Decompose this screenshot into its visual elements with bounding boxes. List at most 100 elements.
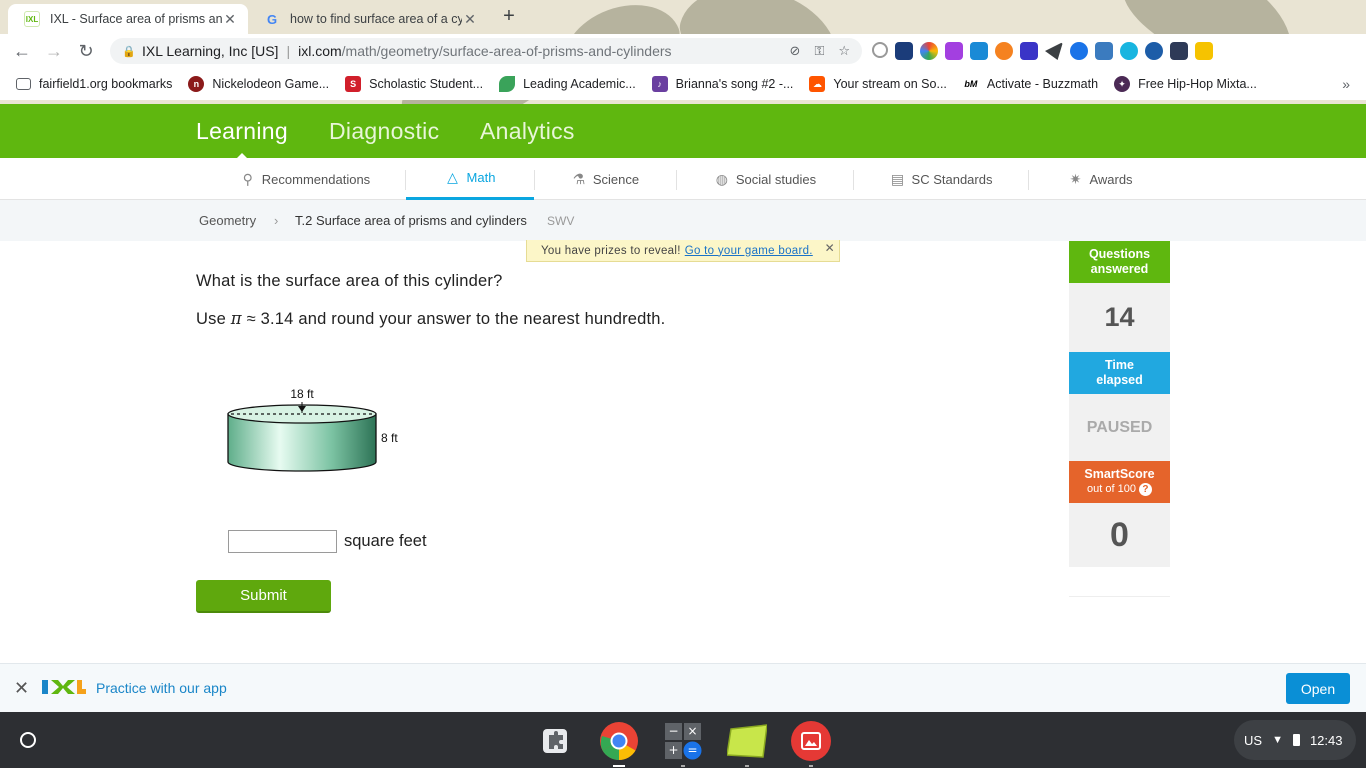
extensions-bar [872,42,1213,60]
bookmark-item[interactable]: bM Activate - Buzzmath [962,76,1098,92]
new-tab-button[interactable]: + [496,5,522,27]
stats-sidebar: Questions answered 14 Time elapsed PAUSE… [1069,241,1170,597]
calculator-app-icon[interactable]: − × + = [663,721,703,767]
bookmarks-overflow-icon[interactable]: » [1342,76,1350,92]
time-elapsed-value: PAUSED [1069,394,1170,461]
extension-icon[interactable] [1020,42,1038,60]
back-icon[interactable]: ← [10,39,34,63]
buzzmath-icon: bM [962,76,979,92]
bookmark-item[interactable]: ✦ Free Hip-Hop Mixta... [1114,76,1257,92]
keyboard-locale: US [1244,732,1263,748]
launcher-icon[interactable] [10,722,46,758]
extension-icon[interactable] [920,42,938,60]
nav-diagnostic[interactable]: Diagnostic [329,118,439,145]
help-extension-icon[interactable] [872,42,888,58]
svg-text:−: − [668,724,678,738]
extension-icon[interactable] [1095,42,1113,60]
answer-input[interactable] [228,530,337,553]
close-icon[interactable]: ✕ [825,241,835,255]
breadcrumb-skill: T.2 Surface area of prisms and cylinders [295,213,527,228]
lock-icon[interactable]: 🔒 [122,45,136,58]
extension-icon[interactable] [1070,42,1088,60]
extension-icon[interactable] [995,42,1013,60]
tab-strip: IXL IXL - Surface area of prisms and ✕ G… [0,0,1366,34]
browser-toolbar: ← → ↻ 🔒 IXL Learning, Inc [US] | ixl.com… [0,34,1366,68]
app-banner: ✕ Practice with our app Open [0,663,1366,712]
close-tab-icon[interactable]: ✕ [462,11,478,28]
tab-science[interactable]: ⚗ Science [535,158,675,200]
close-icon[interactable]: ✕ [14,678,29,699]
running-indicator [681,765,685,767]
send-extension-icon[interactable] [1045,42,1063,60]
height-label: 8 ft [381,431,398,445]
tab-label: Math [466,170,496,185]
divider [1069,567,1170,597]
smartscore-subtitle: out of 100 ? [1087,482,1152,497]
cylinder-diagram: 18 ft 8 ft [227,387,398,472]
extension-icon[interactable] [1145,42,1163,60]
chevron-right-icon: › [274,213,279,228]
extension-icon[interactable] [1120,42,1138,60]
extension-icon[interactable] [895,42,913,60]
instruction-use: Use [196,310,226,328]
extension-icon[interactable] [945,42,963,60]
url-path: /math/geometry/surface-area-of-prisms-an… [341,43,672,59]
extension-icon[interactable] [970,42,988,60]
gallery-app-icon[interactable] [791,721,831,767]
tab-google[interactable]: G how to find surface area of a cyl ✕ [248,4,488,34]
ixl-favicon: IXL [24,11,40,27]
puzzle-app-icon[interactable] [535,721,575,761]
diameter-label: 18 ft [290,387,314,401]
question-text: What is the surface area of this cylinde… [196,272,503,290]
game-board-link[interactable]: Go to your game board. [685,245,813,257]
submit-button[interactable]: Submit [196,580,331,613]
cookie-blocked-icon[interactable]: ⊘ [790,43,801,59]
forward-icon[interactable]: → [42,39,66,63]
close-tab-icon[interactable]: ✕ [222,11,238,28]
bookmark-item[interactable]: ☁ Your stream on So... [809,76,947,92]
ixl-header: Learning Diagnostic Analytics [0,104,1366,160]
music-icon: ♪ [651,76,668,92]
bookmark-item[interactable]: ♪ Brianna's song #2 -... [651,76,793,92]
tab-label: Awards [1089,171,1133,187]
ixl-logo-icon [42,680,86,694]
key-icon[interactable]: ⚿ [814,43,824,59]
browser-chrome: IXL IXL - Surface area of prisms and ✕ G… [0,0,1366,104]
smartscore-value: 0 [1069,503,1170,567]
folder-icon [16,78,31,90]
bookmark-label: Scholastic Student... [369,77,484,91]
awards-icon: ✷ [1069,170,1082,187]
tab-awards[interactable]: ✷ Awards [1029,158,1171,200]
time-elapsed-label: Time elapsed [1096,358,1143,387]
nav-analytics[interactable]: Analytics [480,118,575,145]
star-icon[interactable]: ☆ [838,43,850,59]
extension-icon[interactable] [1195,42,1213,60]
tab-ixl[interactable]: IXL IXL - Surface area of prisms and ✕ [8,4,248,34]
bookmark-item[interactable]: Leading Academic... [499,76,636,92]
address-bar[interactable]: 🔒 IXL Learning, Inc [US] | ixl.com /math… [110,38,862,64]
breadcrumb-geometry[interactable]: Geometry [199,213,256,228]
tab-sc-standards[interactable]: ▤ SC Standards [854,158,1028,200]
tab-math[interactable]: △ Math [406,158,534,200]
chrome-app-icon[interactable] [599,721,639,767]
status-tray[interactable]: US ▼ 12:43 [1234,720,1356,760]
bookmark-folder[interactable]: fairfield1.org bookmarks [16,77,172,91]
tab-social-studies[interactable]: ◍ Social studies [677,158,853,200]
nav-learning[interactable]: Learning [196,118,288,160]
bookmark-item[interactable]: n Nickelodeon Game... [188,76,329,92]
tab-title: IXL - Surface area of prisms and [50,12,222,26]
help-icon[interactable]: ? [1138,483,1152,496]
tab-recommendations[interactable]: ⚲ Recommendations [220,158,390,200]
google-favicon: G [266,11,278,27]
notes-app-icon[interactable] [727,721,767,767]
time-elapsed-header: Time elapsed [1069,352,1170,394]
prize-text: You have prizes to reveal! [541,244,681,257]
reload-icon[interactable]: ↻ [74,39,98,63]
skill-code: SWV [547,214,575,228]
bookmark-item[interactable]: S Scholastic Student... [345,76,483,92]
answer-row: square feet [228,530,427,553]
site-owner: IXL Learning, Inc [US] [142,43,279,59]
open-app-button[interactable]: Open [1286,673,1350,704]
unit-label: square feet [344,532,427,550]
puzzle-extension-icon[interactable] [1170,42,1188,60]
